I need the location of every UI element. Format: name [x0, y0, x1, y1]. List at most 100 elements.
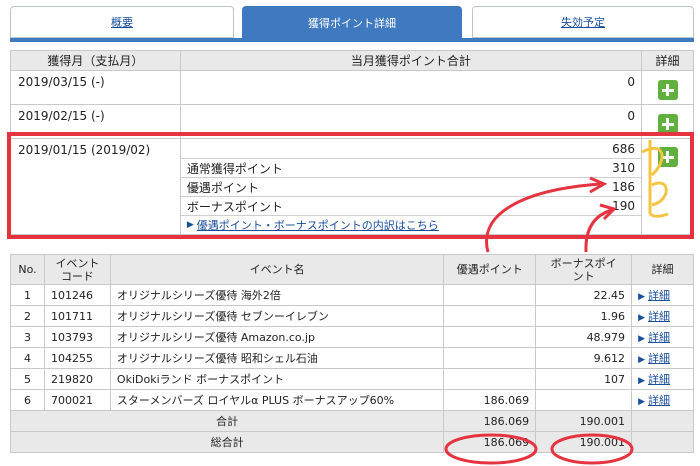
plus-icon[interactable]: [657, 114, 678, 134]
grand-total-detail-empty: [631, 431, 694, 453]
monthly-header-row: 獲得月（支払月） 当月獲得ポイント合計 詳細: [10, 50, 694, 71]
event-detail-link[interactable]: 詳細: [648, 373, 670, 386]
detail-header: 詳細: [631, 254, 694, 285]
event-row: 1 101246 オリジナルシリーズ優待 海外2倍 22.45 ▶ 詳細: [10, 284, 694, 306]
subtotal-preferred: 186.069: [443, 410, 537, 432]
monthly-row-expanded: 2019/01/15 (2019/02) 686 通常獲得ポイント 310 優遇ポ…: [10, 138, 694, 235]
event-no: 3: [10, 326, 45, 348]
event-preferred: [443, 347, 537, 369]
event-code: 101246: [43, 284, 111, 306]
event-detail-link[interactable]: 詳細: [648, 394, 670, 407]
month-cell: 2019/03/15 (-): [10, 70, 181, 105]
subtotal-bonus: 190.001: [535, 410, 633, 432]
event-name: OkiDokiランド ボーナスポイント: [109, 368, 445, 390]
code-header: イベント コード: [43, 254, 111, 285]
event-name: オリジナルシリーズ優待 海外2倍: [109, 284, 445, 306]
event-bonus: 107: [535, 368, 633, 390]
event-bonus: 1.96: [535, 305, 633, 327]
event-bonus: 9.612: [535, 347, 633, 369]
event-row: 3 103793 オリジナルシリーズ優待 Amazon.co.jp 48.979 ▶ 詳細: [10, 326, 694, 348]
event-row: 6 700021 スターメンバーズ ロイヤルα PLUS ボーナスアップ60% 186…: [10, 389, 694, 411]
preferred-header: 優遇ポイント: [443, 254, 537, 285]
event-name: スターメンバーズ ロイヤルα PLUS ボーナスアップ60%: [109, 389, 445, 411]
events-header-row: No. イベント コード イベント名 優遇ポイント ボーナスポイ ント 詳細: [10, 254, 694, 285]
event-code: 700021: [43, 389, 111, 411]
event-detail-link[interactable]: 詳細: [648, 310, 670, 323]
month-total-row: 686: [181, 139, 641, 158]
month-cell: 2019/02/15 (-): [10, 104, 181, 139]
event-code: 103793: [43, 326, 111, 348]
event-row: 2 101711 オリジナルシリーズ優待 セブンーイレブン 1.96 ▶ 詳細: [10, 305, 694, 327]
breakdown-cell: 686 通常獲得ポイント 310 優遇ポイント 186 ボーナスポイント 190 ▶ 優…: [179, 138, 643, 235]
detail-header: 詳細: [641, 50, 694, 71]
event-name: オリジナルシリーズ優待 セブンーイレブン: [109, 305, 445, 327]
tab-earned-points-label: 獲得ポイント詳細: [308, 17, 396, 30]
breakdown-value: 190: [612, 199, 636, 213]
expand-button[interactable]: [641, 70, 694, 105]
event-code: 101711: [43, 305, 111, 327]
monthly-row: 2019/03/15 (-) 0: [10, 70, 694, 105]
arrow-right-icon: ▶: [186, 220, 194, 230]
event-code: 104255: [43, 347, 111, 369]
bonus-header: ボーナスポイ ント: [535, 254, 633, 285]
grand-total-row: 総合計 186.069 190.001: [9, 431, 694, 453]
event-name: オリジナルシリーズ優待 昭和シェル石油: [109, 347, 445, 369]
event-bonus: [535, 389, 633, 411]
event-detail-cell: ▶ 詳細: [631, 284, 694, 306]
event-detail-link[interactable]: 詳細: [648, 352, 670, 365]
breakdown-label: 通常獲得ポイント: [186, 161, 283, 176]
breakdown-row: 優遇ポイント 186: [180, 177, 642, 196]
plus-icon[interactable]: [657, 147, 678, 167]
month-total-value: 686: [612, 141, 636, 156]
total-header: 当月獲得ポイント合計: [179, 50, 643, 71]
tab-overview-label: 概要: [111, 16, 133, 29]
event-no: 4: [10, 347, 45, 369]
breakdown-row: ボーナスポイント 190: [180, 196, 642, 215]
arrow-right-icon: ▶: [638, 355, 645, 365]
event-no: 1: [10, 284, 45, 306]
event-preferred: [443, 368, 537, 390]
breakdown-link-row: ▶ 優遇ポイント・ボーナスポイントの内訳はこちら: [180, 215, 642, 234]
arrow-right-icon: ▶: [638, 376, 645, 386]
subtotal-row: 合計 186.069 190.001: [9, 410, 694, 432]
event-detail-cell: ▶ 詳細: [631, 368, 694, 390]
grand-total-bonus: 190.001: [535, 431, 633, 453]
event-name-header: イベント名: [109, 254, 445, 285]
event-preferred: 186.069: [443, 389, 537, 411]
tab-earned-points-detail[interactable]: 獲得ポイント詳細: [242, 6, 462, 40]
arrow-right-icon: ▶: [638, 334, 645, 344]
event-detail-link[interactable]: 詳細: [648, 289, 670, 302]
grand-total-preferred: 186.069: [443, 431, 537, 453]
monthly-points-table: 獲得月（支払月） 当月獲得ポイント合計 詳細 2019/03/15 (-) 0 …: [10, 50, 694, 235]
no-header: No.: [10, 254, 45, 285]
subtotal-label: 合計: [9, 410, 445, 432]
code-header-line1: イベント: [55, 256, 100, 270]
event-bonus: 22.45: [535, 284, 633, 306]
event-detail-cell: ▶ 詳細: [631, 389, 694, 411]
event-preferred: [443, 305, 537, 327]
event-points-table: No. イベント コード イベント名 優遇ポイント ボーナスポイ ント 詳細 1 10…: [9, 254, 694, 453]
expand-button[interactable]: [641, 138, 694, 235]
breakdown-label: ボーナスポイント: [186, 199, 283, 214]
expand-button[interactable]: [641, 104, 694, 139]
tab-expiration[interactable]: 失効予定: [472, 6, 694, 38]
event-preferred: [443, 284, 537, 306]
event-no: 6: [10, 389, 45, 411]
event-name: オリジナルシリーズ優待 Amazon.co.jp: [109, 326, 445, 348]
month-cell: 2019/01/15 (2019/02): [10, 138, 181, 235]
code-header-line2: コード: [60, 269, 94, 283]
month-header: 獲得月（支払月）: [10, 50, 181, 71]
arrow-right-icon: ▶: [638, 313, 645, 323]
bonus-header-line2: ント: [572, 269, 595, 283]
arrow-right-icon: ▶: [638, 292, 645, 302]
tab-overview[interactable]: 概要: [10, 6, 234, 38]
event-row: 4 104255 オリジナルシリーズ優待 昭和シェル石油 9.612 ▶ 詳細: [10, 347, 694, 369]
breakdown-row: 通常獲得ポイント 310: [180, 158, 642, 177]
breakdown-detail-link[interactable]: 優遇ポイント・ボーナスポイントの内訳はこちら: [197, 217, 439, 233]
tab-expiration-label: 失効予定: [561, 16, 605, 29]
monthly-row: 2019/02/15 (-) 0: [10, 104, 694, 139]
event-detail-link[interactable]: 詳細: [648, 331, 670, 344]
breakdown-value: 310: [612, 161, 636, 175]
plus-icon[interactable]: [657, 80, 678, 100]
tab-underline: [10, 38, 694, 42]
